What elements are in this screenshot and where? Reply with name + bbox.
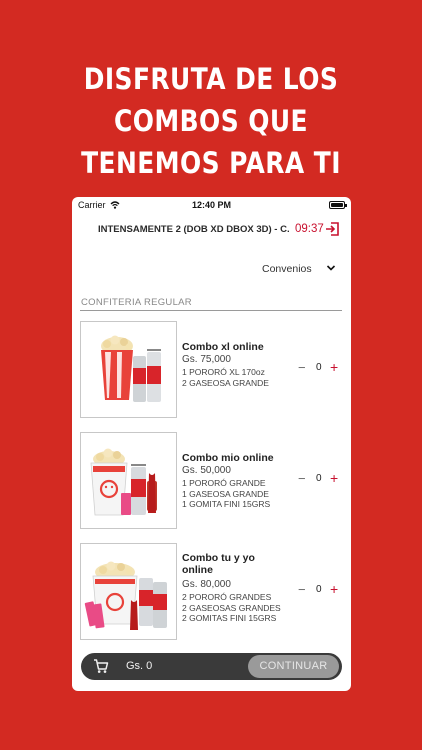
increment-button[interactable]: + bbox=[330, 582, 338, 596]
combo-item: 1 PORORÓ GRANDE bbox=[182, 478, 266, 488]
quantity-value: 0 bbox=[316, 473, 322, 484]
combo-item: 1 GOMITA FINI 15GRS bbox=[182, 499, 271, 509]
combo-mio-illustration bbox=[90, 448, 157, 516]
headline-line-1: DISFRUTA DE LOS bbox=[83, 62, 339, 96]
combo-item: 2 GASEOSA GRANDE bbox=[182, 377, 269, 388]
headline-line-3: TENEMOS PARA TI bbox=[81, 146, 341, 180]
session-header: INTENSAMENTE 2 (DOB XD DBOX 3D) - C... 0… bbox=[72, 221, 351, 241]
movie-title: INTENSAMENTE 2 (DOB XD DBOX 3D) - C... bbox=[98, 224, 290, 235]
combo-item: 2 GASEOSAS GRANDES bbox=[182, 602, 281, 613]
combo-name: Combo xl online bbox=[182, 341, 264, 353]
combo-price: Gs. 80,000 bbox=[182, 579, 231, 590]
quantity-value: 0 bbox=[316, 584, 322, 595]
continue-button[interactable]: CONTINUAR bbox=[248, 655, 339, 678]
combo-image bbox=[80, 321, 177, 418]
combo-items: 1 PORORÓ GRANDE 1 GASEOSA GRANDE 1 GOMIT… bbox=[182, 478, 270, 510]
chevron-down-icon[interactable] bbox=[326, 263, 336, 273]
combo-item: 2 GOMITAS FINI 15GRS bbox=[182, 613, 277, 623]
cart-icon[interactable] bbox=[93, 658, 109, 674]
headline-line-2: COMBOS QUE bbox=[114, 104, 308, 138]
combo-tu-y-yo-illustration bbox=[84, 561, 167, 630]
convenios-dropdown-label[interactable]: Convenios bbox=[262, 263, 312, 275]
cart-total: Gs. 0 bbox=[126, 660, 153, 672]
quantity-stepper: − 0 + bbox=[298, 360, 344, 375]
phone-screen: Carrier 12:40 PM INTENSAMENTE 2 (DOB XD … bbox=[72, 197, 351, 691]
combo-card[interactable]: Combo tu y yo online Gs. 80,000 2 PORORÓ… bbox=[80, 543, 342, 641]
decrement-button[interactable]: − bbox=[298, 583, 306, 596]
quantity-value: 0 bbox=[316, 362, 322, 373]
increment-button[interactable]: + bbox=[330, 360, 338, 374]
combo-items: 1 PORORÓ XL 170oz 2 GASEOSA GRANDE bbox=[182, 367, 269, 388]
exit-icon[interactable] bbox=[325, 222, 339, 236]
combo-card[interactable]: Combo mio online Gs. 50,000 1 PORORÓ GRA… bbox=[80, 432, 342, 530]
combo-price: Gs. 50,000 bbox=[182, 465, 231, 476]
combo-item: 1 PORORÓ XL 170oz bbox=[182, 367, 265, 377]
combo-name: Combo tu y yo online bbox=[182, 552, 255, 576]
combo-price: Gs. 75,000 bbox=[182, 354, 231, 365]
increment-button[interactable]: + bbox=[330, 471, 338, 485]
combo-name: Combo mio online bbox=[182, 452, 274, 464]
quantity-stepper: − 0 + bbox=[298, 471, 344, 486]
combo-item: 2 PORORÓ GRANDES bbox=[182, 592, 272, 602]
battery-icon bbox=[329, 201, 347, 209]
status-time: 12:40 PM bbox=[191, 200, 232, 210]
status-bar: Carrier 12:40 PM bbox=[72, 197, 351, 213]
combo-item: 1 GASEOSA GRANDE bbox=[182, 488, 269, 499]
combo-image bbox=[80, 543, 177, 640]
promo-headline: DISFRUTA DE LOS COMBOS QUE TENEMOS PARA … bbox=[30, 58, 393, 184]
combo-items: 2 PORORÓ GRANDES 2 GASEOSAS GRANDES 2 GO… bbox=[182, 592, 281, 624]
combo-xl-illustration bbox=[101, 335, 161, 402]
quantity-stepper: − 0 + bbox=[298, 582, 344, 597]
session-timer: 09:37 bbox=[295, 223, 324, 235]
combo-card[interactable]: Combo xl online Gs. 75,000 1 PORORÓ XL 1… bbox=[80, 321, 342, 419]
decrement-button[interactable]: − bbox=[298, 472, 306, 485]
section-divider bbox=[80, 310, 342, 311]
cart-bar: Gs. 0 CONTINUAR bbox=[81, 653, 342, 680]
combo-image bbox=[80, 432, 177, 529]
section-title: CONFITERIA REGULAR bbox=[81, 297, 192, 308]
decrement-button[interactable]: − bbox=[298, 361, 306, 374]
